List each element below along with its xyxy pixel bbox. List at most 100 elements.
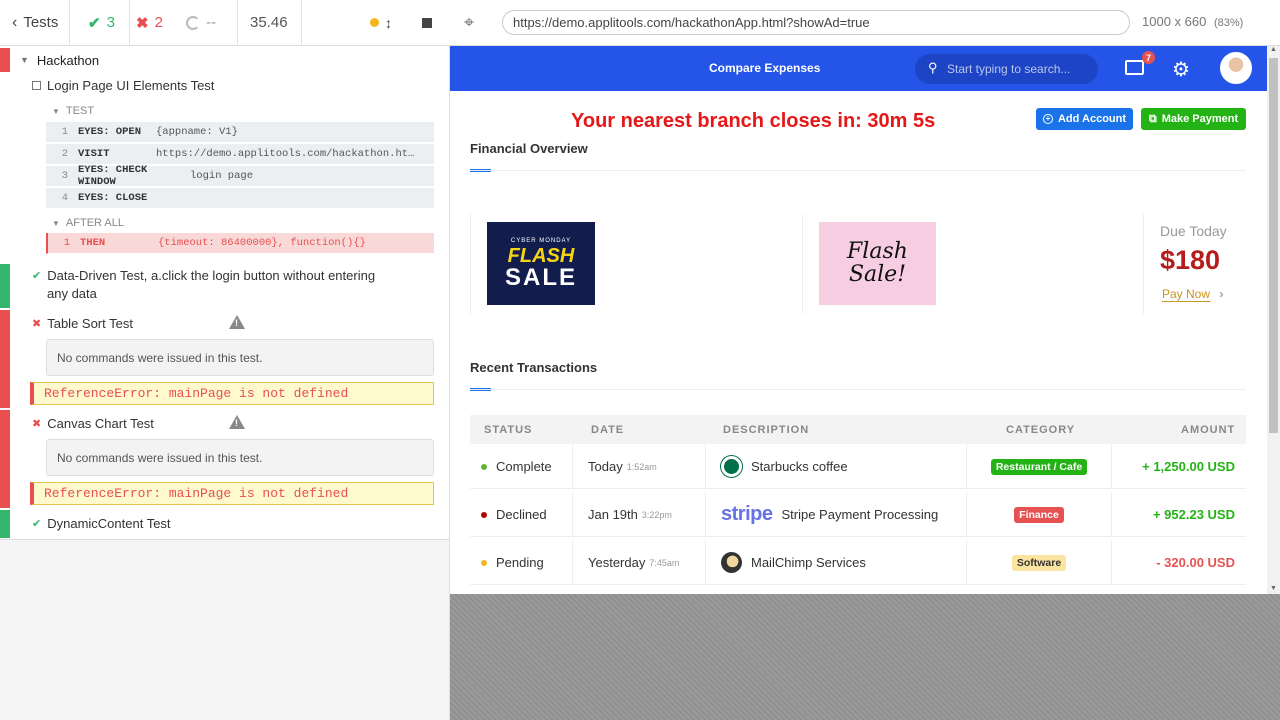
test-status-bar [0,264,10,308]
table-row[interactable]: Declined Jan 19th 3:22pm stripe Stripe P… [470,492,1246,537]
caret-down-icon: ▼ [52,218,60,228]
failed-command-row[interactable]: 1 THEN {timeout: 86400000}, function(){} [46,233,434,254]
time-text: 1:52am [626,461,657,472]
date-cell: Yesterday 7:45am [588,540,679,585]
scroll-thumb[interactable] [1269,58,1278,433]
status-dot [481,559,487,566]
error-message[interactable]: ReferenceError: mainPage is not defined [30,382,434,405]
suite-header[interactable]: ▼ Hackathon [20,50,99,70]
duration-value: 35.46 [250,14,288,31]
table-header-bg [470,415,1246,445]
pending-count: -- [206,14,216,31]
section-test: ▼ TEST [52,104,94,118]
x-icon: ✖ [32,417,42,430]
header-category[interactable]: CATEGORY [1006,424,1075,436]
command-message: {appname: V1} [156,126,238,138]
description-cell: stripe Stripe Payment Processing [721,492,938,537]
status-dot [481,463,487,470]
test-title: DynamicContent Test [47,515,171,531]
header-amount[interactable]: AMOUNT [1181,424,1235,436]
pending-circle-icon [186,15,200,30]
suite-status-bar [0,48,10,72]
category-badge: Software [1011,554,1067,571]
test-table-sort[interactable]: ✖ Table Sort Test [32,314,133,332]
test-title: Table Sort Test [47,315,133,331]
duration: 35.46 [238,0,302,46]
test-title: Login Page UI Elements Test [47,78,215,93]
header-description[interactable]: DESCRIPTION [723,424,809,436]
running-indicator-icon [370,18,379,27]
table-row[interactable]: Pending Yesterday 7:45am MailChimp Servi… [470,540,1246,585]
command-row[interactable]: 4 EYES: CLOSE [46,188,434,209]
cell-divider [705,540,706,585]
date-cell: Jan 19th 3:22pm [588,492,672,537]
scrollbar[interactable]: ▲ ▼ [1267,46,1280,594]
command-row[interactable]: 2 VISIT https://demo.applitools.com/hack… [46,144,434,165]
pending-stats: -- [180,0,238,46]
scroll-down-icon[interactable]: ▼ [1270,585,1277,592]
command-number: 1 [63,237,70,249]
cell-divider [705,444,706,489]
date-text: Yesterday [588,555,646,570]
command-number: 4 [61,192,68,204]
category-badge: Restaurant / Cafe [990,458,1088,475]
table-row[interactable]: Complete Today 1:52am Starbucks coffee R… [470,444,1246,489]
header-date[interactable]: DATE [591,424,624,436]
test-canvas-chart[interactable]: ✖ Canvas Chart Test [32,414,154,432]
starbucks-logo-icon [721,456,742,477]
command-message: https://demo.applitools.com/hackathon.ht… [156,148,415,160]
caret-down-icon: ▼ [20,55,29,65]
cell-divider [1111,444,1112,489]
command-message: login page [190,170,254,182]
section-label: TEST [65,105,95,117]
command-row[interactable]: 1 EYES: OPEN {appname: V1} [46,122,434,143]
time-text: 7:45am [649,557,680,568]
test-title-line2: any data [47,286,97,301]
tests-back-button[interactable]: ‹ Tests [0,0,70,46]
status-text: Pending [496,555,544,570]
auto-scroll-icon[interactable]: ↕ [385,15,392,31]
header-status[interactable]: STATUS [484,424,532,436]
failed-count: 2 [154,14,163,31]
no-commands-message: No commands were issued in this test. [46,439,434,476]
test-status-bar [0,410,10,508]
viewport-size: 1000 x 660 [1142,14,1207,29]
test-data-driven[interactable]: ✔ Data-Driven Test, a.click the login bu… [32,268,375,301]
passed-stats: ✔ 3 [70,0,130,46]
command-number: 2 [61,148,68,160]
stop-icon[interactable] [422,17,432,28]
scroll-up-icon[interactable]: ▲ [1270,46,1277,53]
command-number: 3 [61,170,68,182]
status-cell: Declined [481,492,547,537]
test-login-page[interactable]: Login Page UI Elements Test [32,78,214,93]
status-cell: Complete [481,444,552,489]
x-icon: ✖ [136,14,149,32]
command-name: EYES: CHECK WINDOW [78,164,148,188]
command-name: VISIT [78,148,110,160]
x-icon: ✖ [32,317,42,330]
failed-stats: ✖ 2 [130,0,180,46]
category-cell: Finance [967,492,1111,537]
url-field[interactable]: https://demo.applitools.com/hackathonApp… [502,10,1130,35]
runner-controls: ↕ [302,0,450,46]
cell-divider [572,492,573,537]
caret-down-icon: ▼ [52,106,60,116]
test-status-bar [0,510,10,538]
test-dynamic-content[interactable]: ✔ DynamicContent Test [32,514,171,532]
command-row[interactable]: 3 EYES: CHECK WINDOW login page [46,164,434,188]
test-title: Data-Driven Test, a.click the login butt… [47,268,376,283]
date-cell: Today 1:52am [588,444,657,489]
cell-divider [705,492,706,537]
tests-back-label: Tests [23,14,59,31]
category-cell: Restaurant / Cafe [967,444,1111,489]
section-label: AFTER ALL [65,217,124,229]
runner-header: ‹ Tests ✔ 3 ✖ 2 -- 35.46 ↕ [0,0,450,46]
error-message[interactable]: ReferenceError: mainPage is not defined [30,482,434,505]
transactions-table: STATUS DATE DESCRIPTION CATEGORY AMOUNT … [450,46,1267,594]
selector-playground-icon[interactable]: ⌖ [464,12,474,33]
status-cell: Pending [481,540,544,585]
spec-report: ▼ Hackathon Login Page UI Elements Test … [0,46,449,540]
cell-divider [572,444,573,489]
section-after-all: ▼ AFTER ALL [52,216,124,230]
check-icon: ✔ [32,270,42,282]
